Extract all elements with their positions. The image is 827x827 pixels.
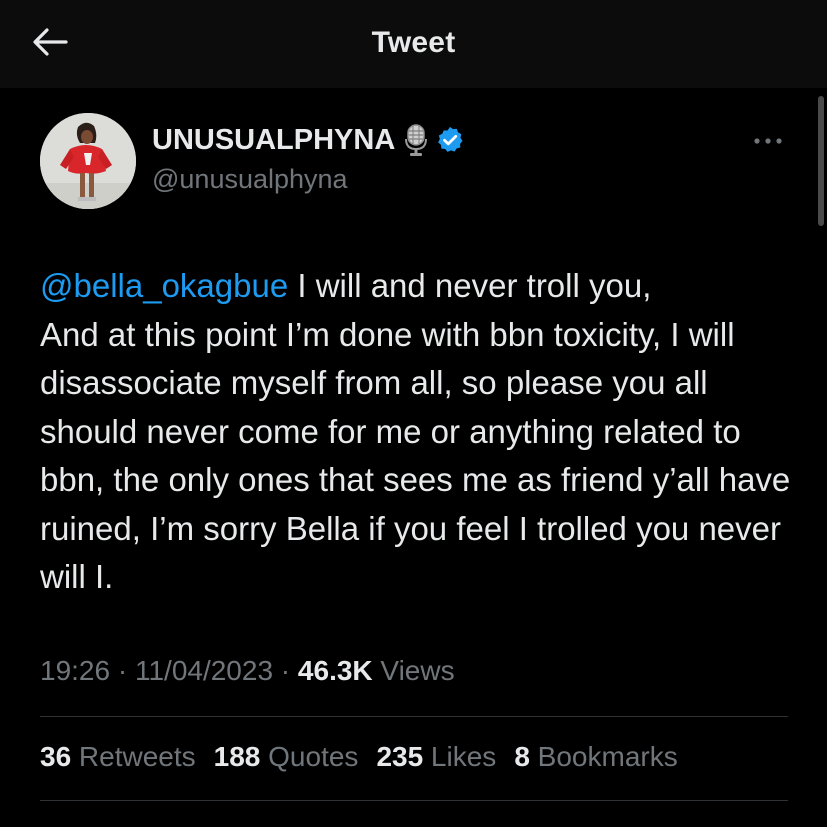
tweet-date[interactable]: 11/04/2023 — [135, 655, 273, 686]
views-count: 46.3K — [297, 655, 373, 686]
scrollbar[interactable] — [818, 96, 824, 226]
quotes-count: 188 — [213, 741, 261, 772]
more-horizontal-icon — [752, 133, 784, 151]
likes-stat[interactable]: 235 Likes — [376, 741, 496, 773]
retweets-label: Retweets — [71, 741, 196, 772]
likes-label: Likes — [423, 741, 497, 772]
author-name[interactable]: UNUSUALPHYNA — [152, 124, 395, 157]
divider — [40, 800, 788, 801]
avatar[interactable] — [40, 113, 136, 209]
tweet-metadata: 19:26 · 11/04/2023 · 46.3K Views — [40, 655, 455, 687]
tweet-time[interactable]: 19:26 — [40, 655, 110, 686]
engagement-stats: 36 Retweets 188 Quotes 235 Likes 8 Bookm… — [40, 741, 696, 773]
views-label: Views — [372, 655, 455, 686]
retweets-stat[interactable]: 36 Retweets — [40, 741, 196, 773]
mention-link[interactable]: @bella_okagbue — [40, 267, 288, 304]
author-row: UNUSUALPHYNA — [152, 120, 465, 160]
quotes-label: Quotes — [260, 741, 359, 772]
page-title: Tweet — [371, 26, 456, 59]
tweet-body: I will and never troll you, And at this … — [40, 267, 791, 595]
tweet-text: @bella_okagbue I will and never troll yo… — [40, 262, 810, 602]
meta-separator: · — [273, 655, 298, 686]
meta-separator: · — [110, 655, 135, 686]
bookmarks-count: 8 — [514, 741, 530, 772]
bookmarks-stat[interactable]: 8 Bookmarks — [514, 741, 677, 773]
likes-count: 235 — [376, 741, 424, 772]
divider — [40, 716, 788, 717]
quotes-stat[interactable]: 188 Quotes — [214, 741, 359, 773]
bookmarks-label: Bookmarks — [529, 741, 678, 772]
more-options-button[interactable] — [748, 128, 788, 156]
retweets-count: 36 — [40, 741, 72, 772]
top-bar: Tweet — [0, 0, 827, 88]
verified-badge-icon[interactable] — [435, 125, 465, 155]
microphone-icon — [403, 123, 429, 157]
author-handle[interactable]: @unusualphyna — [152, 164, 348, 195]
